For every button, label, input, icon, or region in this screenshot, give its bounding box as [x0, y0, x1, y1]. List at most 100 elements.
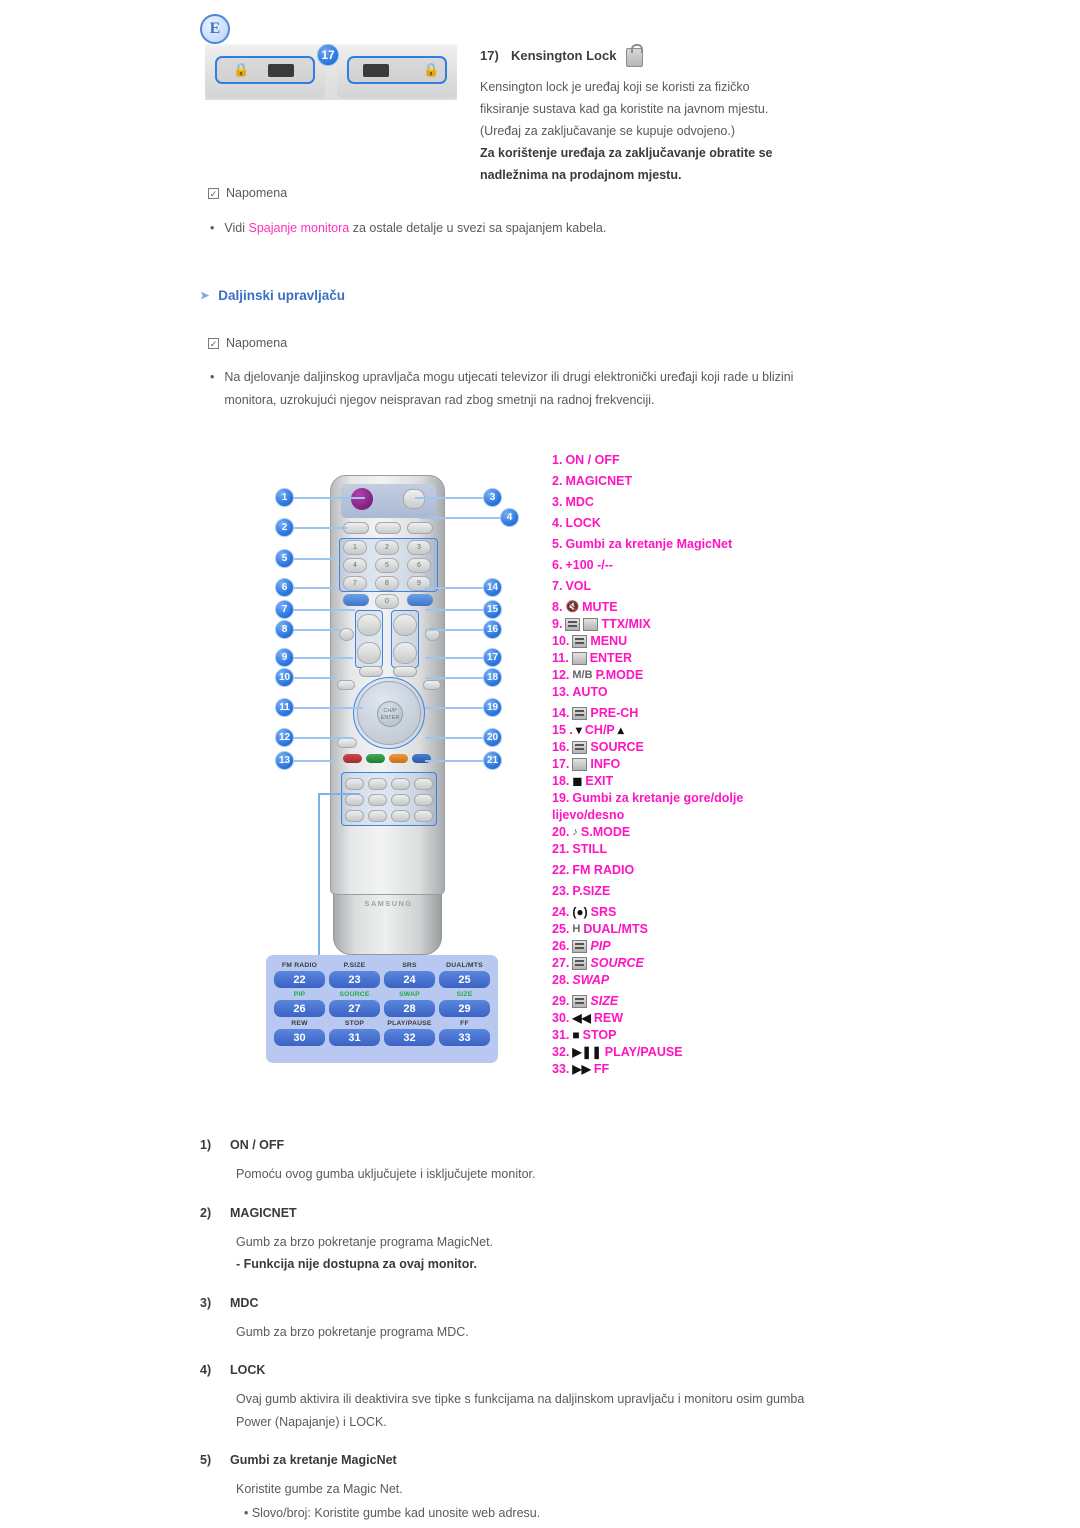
legend-cell: STOP 31 — [329, 1020, 380, 1046]
media-key-fm-radio[interactable] — [345, 778, 364, 790]
button-index-label: LOCK — [565, 516, 601, 530]
vol-down-button[interactable] — [357, 642, 381, 664]
legend-label: FF — [460, 1020, 469, 1027]
mute-icon: 🔇 — [565, 600, 580, 613]
rewind-icon: ◀◀ — [572, 1011, 591, 1025]
button-index-label: MUTE — [582, 600, 618, 614]
mute-button[interactable] — [339, 628, 354, 641]
leader-line — [425, 737, 487, 739]
note-1-header: ✓ Napomena — [208, 186, 287, 200]
leader-line — [285, 609, 355, 611]
section-heading-remote: ➤ Daljinski upravljaču — [200, 288, 345, 303]
button-index-number: 17. — [552, 757, 570, 771]
ch-down-button[interactable] — [393, 642, 417, 664]
description-line: Ovaj gumb aktivira ili deaktivira sve ti… — [236, 1392, 805, 1406]
note-checkbox-icon: ✓ — [208, 337, 219, 349]
media-key-srs[interactable] — [391, 778, 410, 790]
description-line: Power (Napajanje) i LOCK. — [236, 1414, 387, 1429]
key-5[interactable]: 5 — [375, 558, 399, 573]
vol-up-button[interactable] — [357, 614, 381, 636]
color-button-blue[interactable] — [412, 754, 431, 763]
power-button[interactable] — [351, 488, 373, 510]
legend-connector-vertical — [318, 793, 320, 955]
button-index-number: 28. — [552, 973, 570, 987]
button-index-number: 1. — [552, 453, 563, 467]
key-3[interactable]: 3 — [407, 540, 431, 555]
button-index-row: 15 . ▾ CH/P ▴ — [552, 723, 792, 737]
key-4[interactable]: 4 — [343, 558, 367, 573]
key-6[interactable]: 6 — [407, 558, 431, 573]
button-index-row: 3. MDC — [552, 495, 792, 509]
button-index-label: MDC — [565, 495, 594, 509]
menu-button[interactable] — [337, 680, 355, 690]
note-1-prefix: Vidi — [224, 221, 249, 235]
legend-label: PLAY/PAUSE — [387, 1020, 432, 1027]
media-key-dual-mts[interactable] — [414, 778, 433, 790]
media-key-swap[interactable] — [391, 794, 410, 806]
media-key-size[interactable] — [414, 794, 433, 806]
ttx-mix-button[interactable] — [359, 666, 383, 677]
legend-key-number: 33 — [439, 1029, 490, 1046]
button-index-row: 8. 🔇 MUTE — [552, 600, 792, 614]
info-button[interactable] — [393, 666, 417, 677]
button-index-number: 4. — [552, 516, 563, 530]
button-index-label: FM RADIO — [572, 863, 635, 877]
button-index-row: 19. Gumbi za kretanje gore/dolje — [552, 791, 792, 805]
lock-button[interactable] — [407, 522, 433, 534]
plus100-button[interactable] — [343, 594, 369, 606]
media-key-ff[interactable] — [414, 810, 433, 822]
media-key-stop[interactable] — [368, 810, 387, 822]
button-index-number: 27. — [552, 956, 570, 970]
legend-key-number: 24 — [384, 971, 435, 988]
exit-top-button[interactable] — [403, 489, 425, 509]
button-index-label: PLAY/PAUSE — [604, 1045, 683, 1059]
key-1[interactable]: 1 — [343, 540, 367, 555]
key-9[interactable]: 9 — [407, 576, 431, 591]
leader-line — [425, 657, 487, 659]
description-number: 3) — [200, 1295, 212, 1310]
ch-up-button[interactable] — [393, 614, 417, 636]
key-7[interactable]: 7 — [343, 576, 367, 591]
exit-button[interactable] — [423, 680, 441, 690]
leader-line — [285, 527, 347, 529]
manual-page: E 🔒 🔒 17 17) Kensington Lock Kensington … — [0, 0, 1080, 1528]
legend-label: FM RADIO — [281, 962, 318, 969]
color-button-red[interactable] — [343, 754, 362, 763]
media-key-play-pause[interactable] — [391, 810, 410, 822]
pre-ch-button[interactable] — [407, 594, 433, 606]
description-body: Gumb za brzo pokretanje programa MagicNe… — [236, 1231, 840, 1276]
note-1-link[interactable]: Spajanje monitora — [248, 221, 349, 235]
remote-callout-13: 13 — [275, 751, 294, 770]
media-key-rew[interactable] — [345, 810, 364, 822]
button-index-row: 12. M/B P.MODE — [552, 668, 792, 682]
note-2-line-1: Na djelovanje daljinskog upravljača mogu… — [224, 370, 794, 384]
color-button-green[interactable] — [366, 754, 385, 763]
button-index-label: PRE-CH — [590, 706, 639, 720]
media-keypad[interactable] — [345, 776, 433, 824]
kensington-bold-line-2: nadležnima na prodajnom mjestu. — [480, 167, 682, 182]
remote-callout-9: 9 — [275, 648, 294, 667]
play-pause-icon: ▶❚❚ — [572, 1045, 602, 1059]
button-index-label: ON / OFF — [565, 453, 620, 467]
button-index-row: 11. ENTER — [552, 651, 792, 665]
remote-callout-10: 10 — [275, 668, 294, 687]
legend-cell: DUAL/MTS 25 — [439, 962, 490, 988]
legend-cell: P.SIZE 23 — [329, 962, 380, 988]
p-mode-button[interactable] — [337, 738, 357, 748]
legend-label: REW — [291, 1020, 308, 1027]
key-8[interactable]: 8 — [375, 576, 399, 591]
leader-line — [425, 629, 487, 631]
remote-callout-16: 16 — [483, 620, 502, 639]
color-button-yellow[interactable] — [389, 754, 408, 763]
leader-line — [285, 737, 353, 739]
note-1-label: Napomena — [226, 186, 288, 200]
button-index-label: SRS — [590, 905, 617, 919]
media-key-p-size[interactable] — [368, 778, 387, 790]
media-key-source[interactable] — [368, 794, 387, 806]
legend-key-number: 22 — [274, 971, 325, 988]
key-2[interactable]: 2 — [375, 540, 399, 555]
remote-callout-11: 11 — [275, 698, 294, 717]
mdc-button[interactable] — [375, 522, 401, 534]
media-key-pip[interactable] — [345, 794, 364, 806]
key-0[interactable]: 0 — [375, 594, 399, 609]
